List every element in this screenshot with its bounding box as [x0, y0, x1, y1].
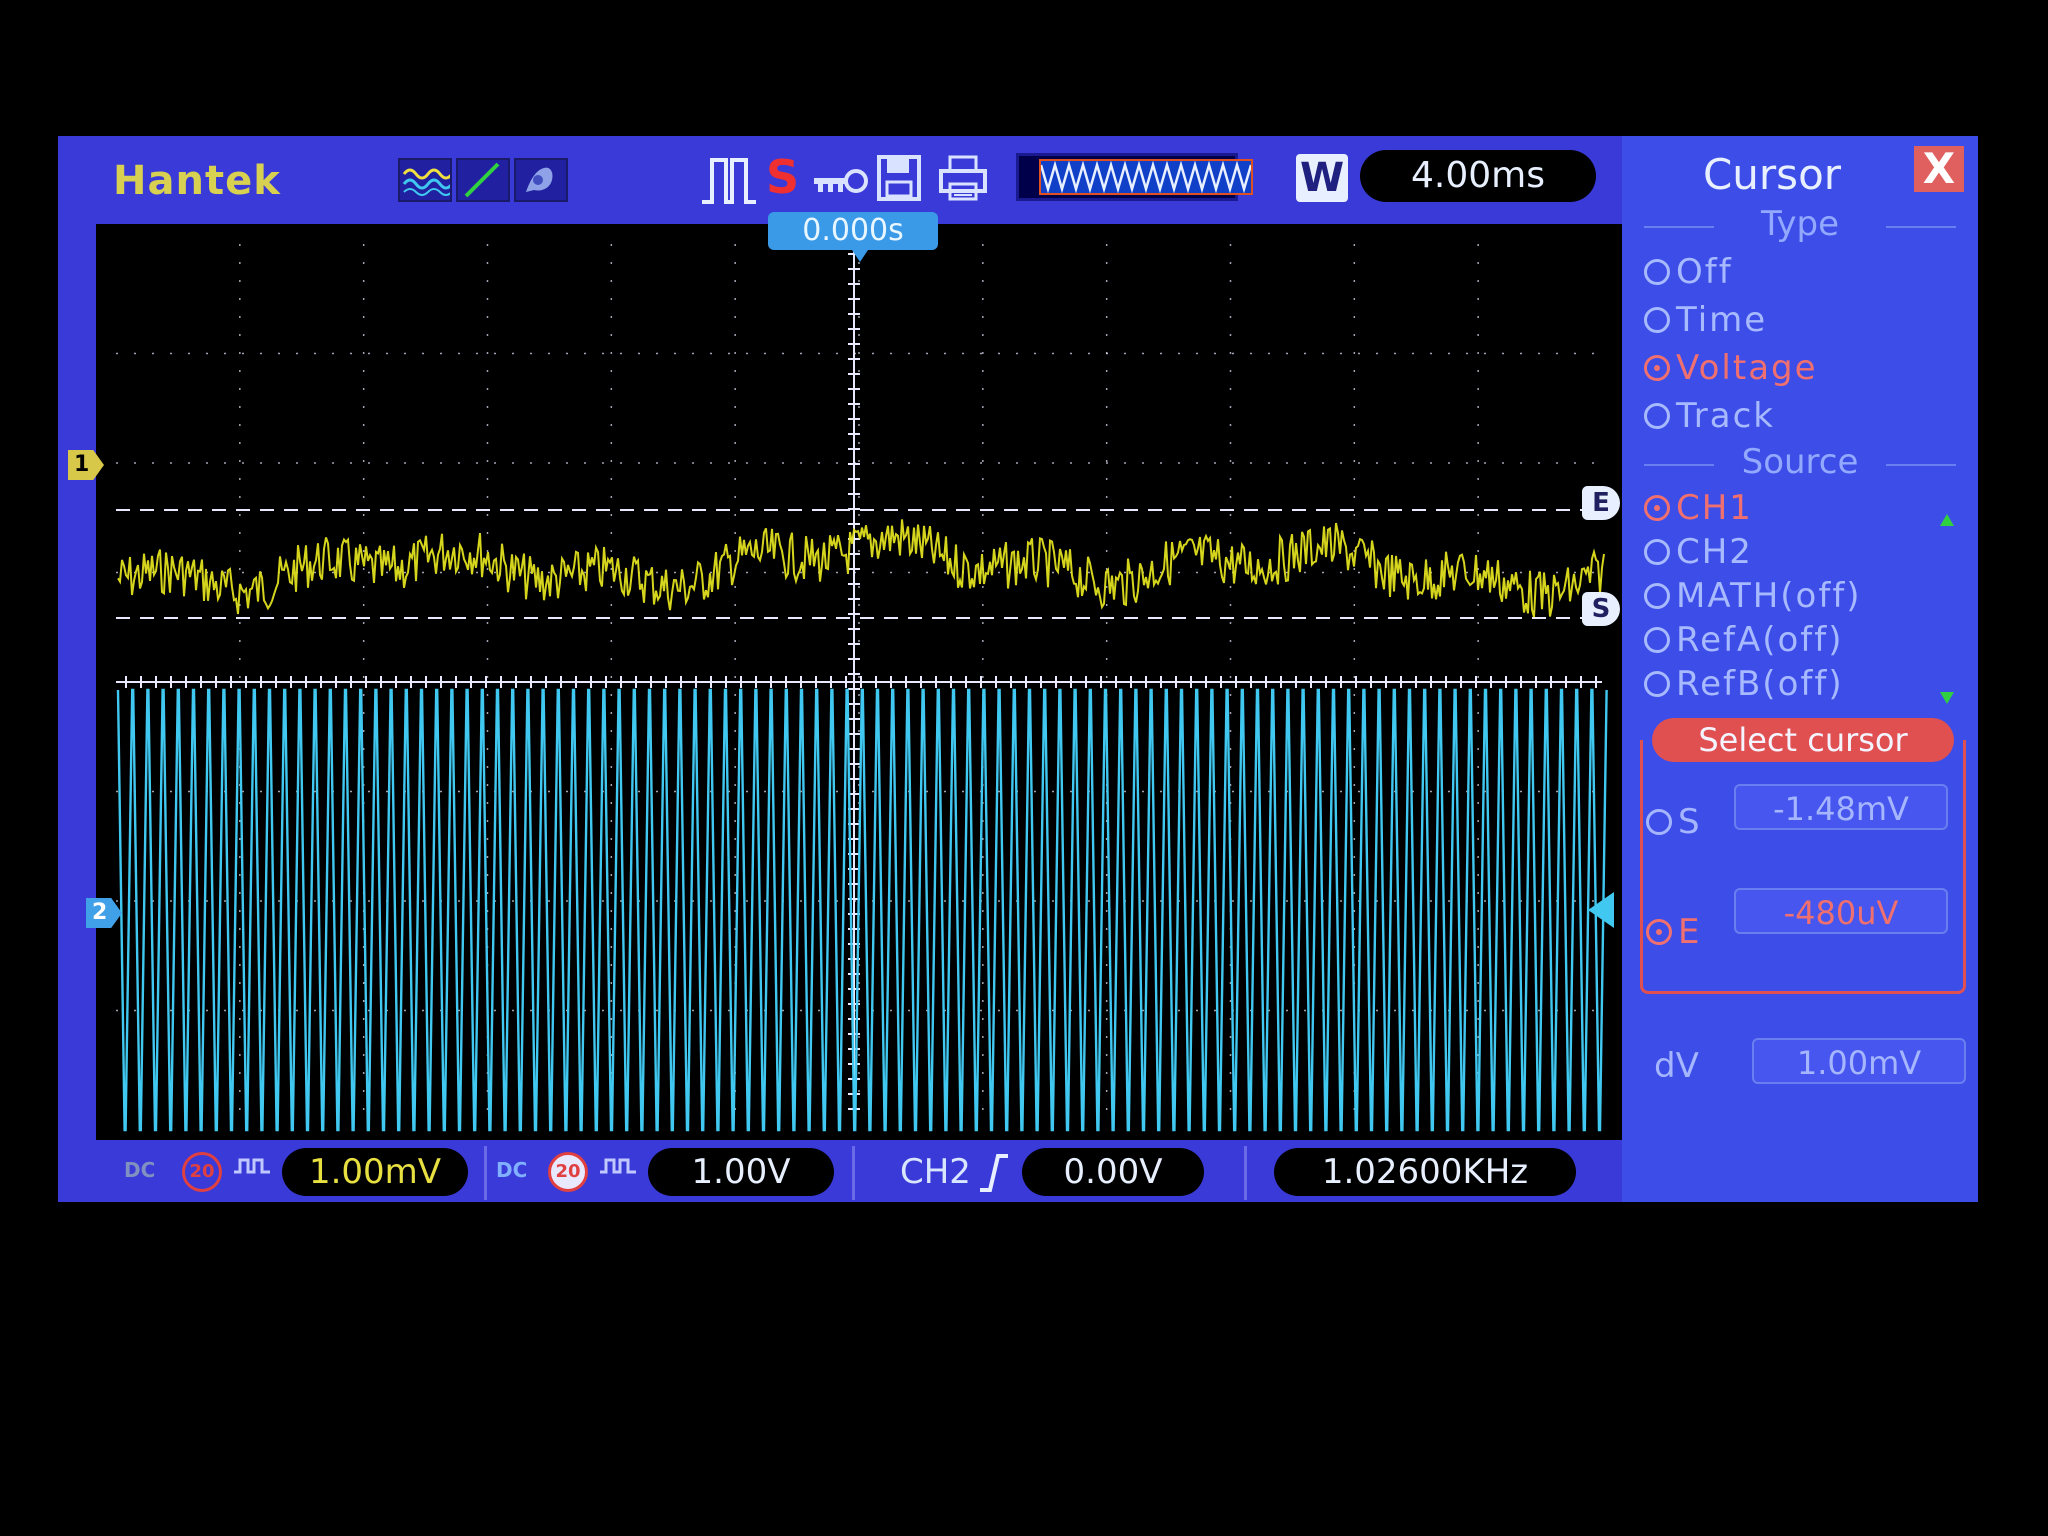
type-option-voltage[interactable]: Voltage	[1644, 348, 1818, 388]
cursor-start-label[interactable]: S	[1582, 592, 1620, 626]
window-badge: W	[1296, 154, 1348, 202]
cursor-s-option[interactable]: S	[1646, 802, 1700, 842]
cursor-e-value: -480uV	[1734, 888, 1948, 934]
delta-v-value: 1.00mV	[1752, 1038, 1966, 1084]
panel-title: Cursor	[1702, 150, 1842, 199]
oscilloscope-screen: Hantek S W 4.00ms 0.000s 1 2 E S DC 20 1…	[58, 136, 1978, 1202]
ch2-trigger-marker[interactable]	[1588, 892, 1614, 928]
scroll-down-icon[interactable]	[1940, 692, 1954, 704]
ch1-coupling: DC	[124, 1158, 156, 1182]
radio-icon	[1644, 583, 1670, 609]
radio-icon	[1646, 809, 1672, 835]
wave-mode-icon[interactable]	[398, 158, 452, 202]
radio-icon	[1644, 403, 1670, 429]
select-cursor-group	[1640, 740, 1966, 994]
ch1-bw-limit-badge: 20	[182, 1152, 222, 1192]
radio-icon	[1644, 539, 1670, 565]
type-option-off[interactable]: Off	[1644, 252, 1733, 292]
source-header: Source	[1634, 442, 1966, 482]
radio-selected-icon	[1646, 919, 1672, 945]
persist-icon[interactable]	[514, 158, 568, 202]
ch2-probe-icon	[598, 1154, 638, 1182]
memory-window-selector[interactable]	[1039, 159, 1253, 195]
type-header: Type	[1634, 204, 1966, 244]
memory-overview[interactable]	[1016, 153, 1253, 201]
line-icon[interactable]	[456, 158, 510, 202]
radio-selected-icon	[1644, 355, 1670, 381]
brand-logo: Hantek	[113, 158, 281, 204]
select-cursor-header: Select cursor	[1652, 718, 1954, 762]
top-toolbar: Hantek S W 4.00ms	[58, 136, 1622, 218]
frequency-readout: 1.02600KHz	[1274, 1148, 1576, 1196]
trigger-pointer	[852, 250, 868, 262]
source-option-math[interactable]: MATH(off)	[1644, 576, 1862, 616]
cursor-menu-panel: Cursor X Type Off Time Voltage Track Sou…	[1622, 136, 1978, 1202]
cursor-s-value: -1.48mV	[1734, 784, 1948, 830]
key-icon[interactable]	[810, 166, 868, 200]
trigger-level[interactable]: 0.00V	[1022, 1148, 1204, 1196]
stop-icon[interactable]: S	[766, 150, 799, 204]
radio-selected-icon	[1644, 495, 1670, 521]
ch1-waveform	[117, 519, 1605, 618]
ch1-probe-icon	[232, 1154, 272, 1182]
separator	[484, 1146, 487, 1200]
timebase-readout[interactable]: 4.00ms	[1360, 150, 1596, 202]
ch1-scale[interactable]: 1.00mV	[282, 1148, 468, 1196]
type-option-track[interactable]: Track	[1644, 396, 1775, 436]
status-bar: DC 20 1.00mV DC 20 1.00V CH2 0.00V 1.026…	[96, 1140, 1666, 1202]
close-button[interactable]: X	[1914, 146, 1964, 192]
ch2-bw-limit-badge: 20	[548, 1152, 588, 1192]
scroll-up-icon[interactable]	[1940, 514, 1954, 526]
trigger-time-readout: 0.000s	[768, 212, 938, 250]
pulse-icon[interactable]	[698, 152, 758, 212]
ch2-coupling: DC	[496, 1158, 528, 1182]
source-option-ch2[interactable]: CH2	[1644, 532, 1753, 572]
source-option-refa[interactable]: RefA(off)	[1644, 620, 1844, 660]
save-icon[interactable]	[876, 154, 922, 206]
source-option-ch1[interactable]: CH1	[1644, 488, 1753, 528]
rising-edge-icon	[978, 1152, 1010, 1198]
trigger-source[interactable]: CH2	[900, 1152, 971, 1192]
radio-icon	[1644, 671, 1670, 697]
separator	[852, 1146, 855, 1200]
radio-icon	[1644, 259, 1670, 285]
memory-overview-wave	[1041, 161, 1251, 193]
separator	[1244, 1146, 1247, 1200]
ch2-waveform	[116, 688, 1608, 1132]
print-icon[interactable]	[938, 154, 988, 206]
cursor-e-option[interactable]: E	[1646, 912, 1699, 952]
ch2-scale[interactable]: 1.00V	[648, 1148, 834, 1196]
radio-icon	[1644, 627, 1670, 653]
delta-v-label: dV	[1654, 1046, 1699, 1086]
waveform-display[interactable]	[96, 224, 1622, 1140]
cursor-end-label[interactable]: E	[1582, 486, 1620, 520]
type-option-time[interactable]: Time	[1644, 300, 1767, 340]
radio-icon	[1644, 307, 1670, 333]
source-option-refb[interactable]: RefB(off)	[1644, 664, 1844, 704]
